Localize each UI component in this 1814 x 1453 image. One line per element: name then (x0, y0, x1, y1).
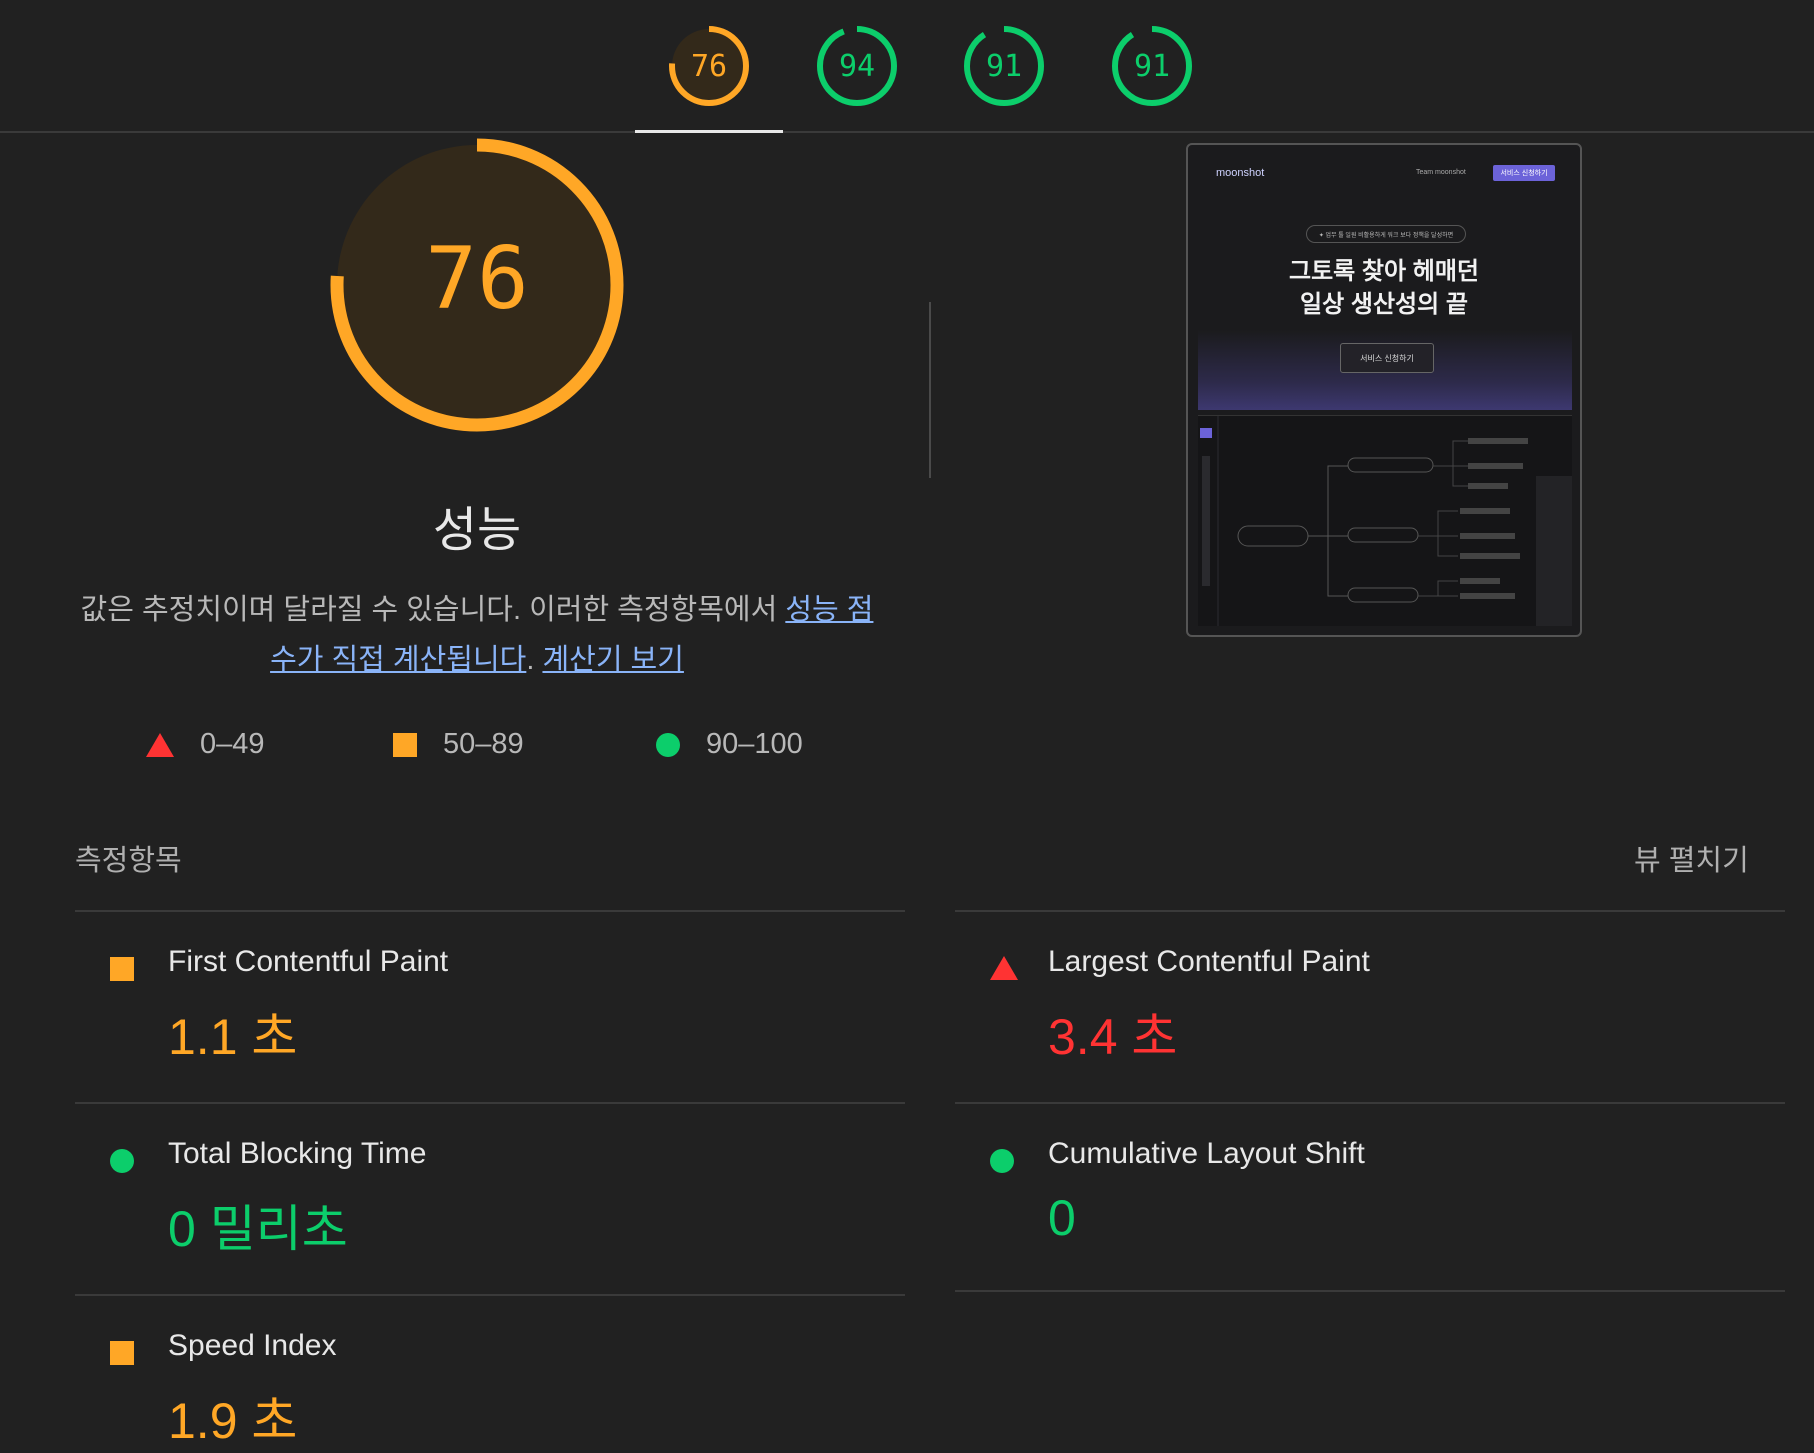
preview-logo: moonshot (1216, 167, 1265, 179)
pass-circle-icon (110, 1149, 134, 1173)
category-title: 성능 (432, 504, 522, 557)
metric-label: Largest Contentful Paint (1048, 945, 1370, 978)
description-separator: . (526, 644, 543, 676)
legend-fail: 0–49 (146, 728, 265, 761)
metric-first-contentful-paint: First Contentful Paint 1.1 초 (75, 912, 905, 1102)
pass-circle-icon (656, 732, 680, 757)
metrics-heading: 측정항목 (75, 845, 182, 877)
divider (955, 1290, 1785, 1292)
metric-label: Speed Index (168, 1329, 337, 1362)
fail-triangle-icon (990, 956, 1018, 980)
preview-cta: 서비스 신청하기 (1493, 165, 1555, 181)
average-square-icon (393, 732, 417, 757)
metric-value: 1.1 초 (168, 1009, 298, 1065)
legend-range: 90–100 (706, 728, 803, 760)
tab-seo[interactable]: 91 (1102, 16, 1202, 116)
pass-circle-icon (990, 1149, 1014, 1173)
description-text: 값은 추정치이며 달라질 수 있습니다. 이러한 측정항목에서 (80, 594, 786, 626)
active-tab-indicator (635, 130, 783, 133)
score-description: 값은 추정치이며 달라질 수 있습니다. 이러한 측정항목에서 성능 점수가 직… (70, 585, 884, 685)
preview-nav: Team moonshot (1416, 169, 1466, 176)
metric-value: 3.4 초 (1048, 1009, 1178, 1065)
fail-triangle-icon (146, 732, 174, 757)
final-screenshot[interactable]: moonshot Team moonshot 서비스 신청하기 ✦ 업무 툴 일… (1186, 143, 1582, 637)
metric-cumulative-layout-shift: Cumulative Layout Shift 0 (955, 1104, 1785, 1294)
metric-label: Total Blocking Time (168, 1137, 427, 1170)
mindmap-illustration (1200, 416, 1572, 626)
preview-pill: ✦ 업무 툴 일원 비활용하게 워크 보다 정책을 달성하면 (1306, 225, 1466, 243)
metric-largest-contentful-paint: Largest Contentful Paint 3.4 초 (955, 912, 1785, 1102)
category-tabs: 76 94 91 91 (0, 0, 1814, 133)
tab-score: 76 (690, 48, 728, 84)
preview-headline-line: 일상 생산성의 끝 (1300, 291, 1468, 318)
tab-accessibility[interactable]: 94 (807, 16, 907, 116)
expand-view-toggle[interactable]: 뷰 펼치기 (1634, 837, 1749, 879)
performance-score: 76 (425, 229, 529, 329)
legend-average: 50–89 (393, 728, 524, 761)
preview-headline-line: 그토록 찾아 헤매던 (1289, 258, 1479, 285)
preview-button: 서비스 신청하기 (1340, 343, 1434, 373)
metric-value: 0 (1048, 1190, 1076, 1246)
preview-headline: 그토록 찾아 헤매던 일상 생산성의 끝 (1188, 255, 1580, 321)
calculator-link[interactable]: 계산기 보기 (542, 644, 683, 676)
average-square-icon (110, 1341, 134, 1365)
tab-score: 91 (985, 48, 1023, 84)
average-square-icon (110, 957, 134, 981)
metric-label: Cumulative Layout Shift (1048, 1137, 1365, 1170)
tab-score: 91 (1133, 48, 1171, 84)
legend-range: 0–49 (200, 728, 265, 760)
preview-app-mockup (1198, 415, 1572, 626)
divider (929, 302, 931, 478)
tab-best-practices[interactable]: 91 (954, 16, 1054, 116)
tab-score: 94 (838, 48, 876, 84)
metric-speed-index: Speed Index 1.9 초 (75, 1296, 905, 1449)
legend-pass: 90–100 (656, 728, 803, 761)
metric-value: 0 밀리초 (168, 1201, 348, 1257)
metric-total-blocking-time: Total Blocking Time 0 밀리초 (75, 1104, 905, 1294)
performance-gauge: 76 (322, 130, 632, 440)
metric-label: First Contentful Paint (168, 945, 449, 978)
metric-value: 1.9 초 (168, 1393, 298, 1449)
legend-range: 50–89 (443, 728, 524, 760)
tab-performance[interactable]: 76 (659, 16, 759, 116)
